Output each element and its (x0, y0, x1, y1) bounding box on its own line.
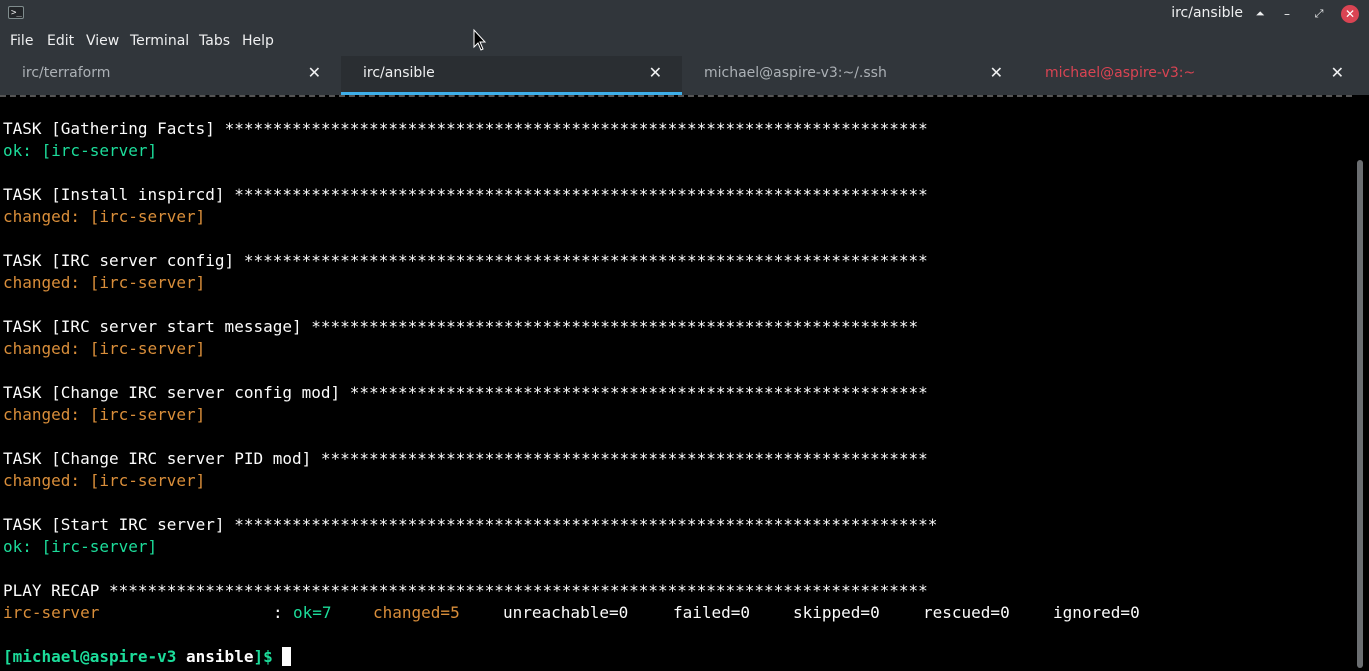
task-stars: ****************************************… (349, 383, 928, 402)
tab-close-icon[interactable]: ✕ (308, 63, 321, 82)
task-result-line: changed: [irc-server] (3, 405, 206, 424)
task-result-line: changed: [irc-server] (3, 339, 206, 358)
tab-label: irc/ansible (363, 65, 435, 81)
mouse-pointer-icon (473, 28, 487, 51)
recap-title: PLAY RECAP (3, 581, 109, 600)
task-header-line: TASK [Change IRC server config mod] ****… (3, 382, 928, 404)
window-titlebar[interactable]: >_ irc/ansible ⏶ – ⤢ ✕ (0, 0, 1369, 28)
recap-ok: ok=7 (293, 603, 332, 622)
prompt-directory: ansible (176, 647, 254, 666)
scrolled-line-remnant (0, 95, 1352, 99)
tab-michael-ssh[interactable]: michael@aspire-v3:~/.ssh ✕ (682, 56, 1023, 95)
text-cursor (282, 647, 292, 666)
task-header-line: TASK [IRC server start message] ********… (3, 316, 918, 338)
recap-rescued: rescued=0 (923, 603, 1010, 622)
task-stars: ****************************************… (320, 449, 928, 468)
task-result-line: changed: [irc-server] (3, 273, 206, 292)
recap-skipped: skipped=0 (793, 603, 880, 622)
task-header-line: TASK [Start IRC server] ****************… (3, 514, 937, 536)
tab-label: michael@aspire-v3:~ (1045, 65, 1196, 81)
prompt-close: ]$ (253, 647, 273, 666)
tab-label: michael@aspire-v3:~/.ssh (704, 65, 887, 81)
tab-close-icon[interactable]: ✕ (649, 63, 662, 82)
maximize-button[interactable]: ⤢ (1309, 4, 1329, 24)
task-stars: ****************************************… (234, 515, 938, 534)
terminal-app-icon[interactable]: >_ (8, 6, 24, 19)
task-header-line: TASK [IRC server config] ***************… (3, 250, 928, 272)
task-stars: ****************************************… (234, 185, 928, 204)
terminal-output[interactable]: TASK [Gathering Facts] *****************… (0, 95, 1369, 671)
scrollbar-thumb[interactable] (1357, 160, 1363, 668)
tab-michael-home[interactable]: michael@aspire-v3:~ ✕ (1023, 56, 1364, 95)
window-title: irc/ansible (1171, 5, 1243, 21)
menu-help[interactable]: Help (242, 33, 274, 49)
task-result-line: ok: [irc-server] (3, 537, 158, 556)
close-window-button[interactable]: ✕ (1341, 5, 1359, 23)
shell-prompt[interactable]: [michael@aspire-v3 ansible]$ (3, 646, 292, 668)
task-stars: ****************************************… (311, 317, 919, 336)
task-title: TASK [Change IRC server PID mod] (3, 449, 321, 468)
keep-above-button[interactable]: ⏶ (1250, 4, 1270, 24)
task-stars: ****************************************… (224, 119, 928, 138)
task-result-line: changed: [irc-server] (3, 471, 206, 490)
task-title: TASK [Install inspircd] (3, 185, 235, 204)
prompt-user-host: [michael@aspire-v3 (3, 647, 177, 666)
tab-close-icon[interactable]: ✕ (990, 63, 1003, 82)
play-recap-header: PLAY RECAP *****************************… (3, 580, 928, 602)
prompt-trail (273, 647, 283, 666)
task-title: TASK [IRC server start message] (3, 317, 312, 336)
menu-file[interactable]: File (10, 33, 33, 49)
recap-failed: failed=0 (673, 603, 751, 622)
recap-unreachable: unreachable=0 (503, 603, 629, 622)
task-result-line: ok: [irc-server] (3, 141, 158, 160)
menu-view[interactable]: View (86, 33, 119, 49)
menu-terminal[interactable]: Terminal (130, 33, 189, 49)
task-header-line: TASK [Change IRC server PID mod] *******… (3, 448, 928, 470)
task-title: TASK [Gathering Facts] (3, 119, 225, 138)
recap-stars: ****************************************… (108, 581, 928, 600)
recap-changed: changed=5 (373, 603, 460, 622)
task-title: TASK [IRC server config] (3, 251, 244, 270)
menu-tabs[interactable]: Tabs (199, 33, 230, 49)
recap-ignored: ignored=0 (1053, 603, 1140, 622)
task-header-line: TASK [Gathering Facts] *****************… (3, 118, 928, 140)
tab-irc-ansible[interactable]: irc/ansible ✕ (341, 56, 682, 95)
tab-close-icon[interactable]: ✕ (1331, 63, 1344, 82)
tab-irc-terraform[interactable]: irc/terraform ✕ (0, 56, 341, 95)
task-title: TASK [Start IRC server] (3, 515, 235, 534)
task-result-line: changed: [irc-server] (3, 207, 206, 226)
tab-bar: irc/terraform ✕ irc/ansible ✕ michael@as… (0, 56, 1369, 95)
task-title: TASK [Change IRC server config mod] (3, 383, 350, 402)
task-stars: ****************************************… (243, 251, 928, 270)
task-header-line: TASK [Install inspircd] ****************… (3, 184, 928, 206)
minimize-button[interactable]: – (1277, 4, 1297, 24)
recap-separator: : (273, 603, 293, 622)
recap-host: irc-server (3, 603, 100, 622)
menu-edit[interactable]: Edit (47, 33, 74, 49)
tab-label: irc/terraform (22, 65, 111, 81)
menubar: File Edit View Terminal Tabs Help (0, 28, 1369, 56)
